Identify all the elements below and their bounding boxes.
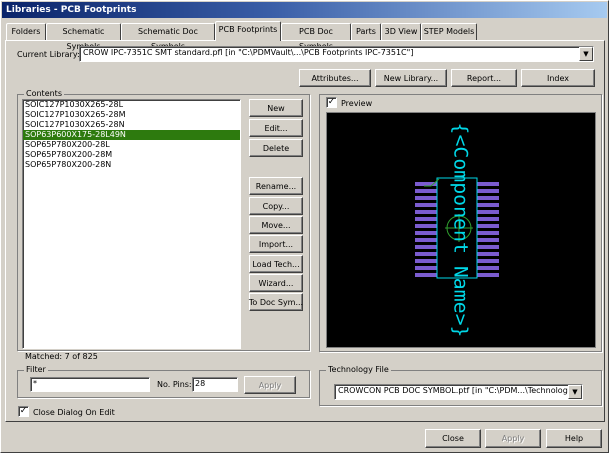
pad xyxy=(415,245,437,249)
right-pads xyxy=(477,182,499,277)
new-button[interactable]: New xyxy=(249,99,303,117)
pad xyxy=(477,266,499,270)
tab-folders[interactable]: Folders xyxy=(6,23,46,40)
index-button[interactable]: Index xyxy=(521,69,595,87)
pad xyxy=(415,259,437,263)
edit-button[interactable]: Edit... xyxy=(249,119,303,137)
attributes-button[interactable]: Attributes... xyxy=(299,69,371,87)
list-item[interactable]: SOP65P780X200-28L xyxy=(23,140,240,150)
list-item[interactable]: SOP65P780X200-28M xyxy=(23,150,240,160)
technology-file-value: CROWCON PCB DOC SYMBOL.ptf [in "C:\PDM..… xyxy=(338,386,580,395)
pad xyxy=(477,189,499,193)
delete-button[interactable]: Delete xyxy=(249,139,303,157)
matched-count: Matched: 7 of 825 xyxy=(25,352,98,361)
chevron-down-icon[interactable]: ▼ xyxy=(568,385,582,399)
pad xyxy=(477,231,499,235)
tab-step-models[interactable]: STEP Models xyxy=(421,23,477,40)
technology-file-title: Technology File xyxy=(326,365,391,374)
current-library-value: CROW IPC-7351C SMT standard.pfl [in "C:\… xyxy=(83,48,414,57)
left-pads xyxy=(415,182,437,277)
no-pins-label: No. Pins: xyxy=(157,380,192,389)
tab-schematic-doc-symbols[interactable]: Schematic Doc Symbols xyxy=(121,23,215,51)
import-button[interactable]: Import... xyxy=(249,235,303,253)
new-library-button[interactable]: New Library... xyxy=(375,69,447,87)
technology-file-select[interactable]: CROWCON PCB DOC SYMBOL.ptf [in "C:\PDM..… xyxy=(334,384,583,400)
close-on-edit-label: Close Dialog On Edit xyxy=(33,408,115,417)
tab-pcb-footprints[interactable]: PCB Footprints xyxy=(215,21,281,41)
move-button[interactable]: Move... xyxy=(249,216,303,234)
pad xyxy=(415,273,437,277)
window-title: Libraries - PCB Footprints xyxy=(2,2,607,18)
filter-input[interactable]: * xyxy=(30,377,150,392)
filter-apply-button[interactable]: Apply xyxy=(244,376,296,394)
pad xyxy=(415,238,437,242)
pad xyxy=(477,259,499,263)
pad xyxy=(477,238,499,242)
report-button[interactable]: Report... xyxy=(451,69,517,87)
copy-button[interactable]: Copy... xyxy=(249,197,303,215)
pad xyxy=(477,273,499,277)
pad xyxy=(477,224,499,228)
pad xyxy=(477,217,499,221)
list-item[interactable]: SOIC127P1030X265-28L xyxy=(23,100,240,110)
list-item[interactable]: SOIC127P1030X265-28M xyxy=(23,110,240,120)
pad xyxy=(415,224,437,228)
pad xyxy=(415,266,437,270)
tab-parts[interactable]: Parts xyxy=(351,23,381,40)
pad xyxy=(415,210,437,214)
tab-schematic-symbols[interactable]: Schematic Symbols xyxy=(46,23,121,51)
footprint-drawing: {<Component Name>} xyxy=(415,123,499,338)
to-doc-sym-button[interactable]: To Doc Sym... xyxy=(249,293,303,311)
footprint-list[interactable]: SOIC127P1030X265-28L SOIC127P1030X265-28M… xyxy=(22,99,241,349)
pad xyxy=(415,231,437,235)
preview-label: Preview xyxy=(341,99,373,108)
wizard-button[interactable]: Wizard... xyxy=(249,274,303,292)
component-name-text: {<Component Name>} xyxy=(450,123,472,338)
pad xyxy=(477,210,499,214)
pad xyxy=(477,196,499,200)
footprint-list-items: SOIC127P1030X265-28L SOIC127P1030X265-28M… xyxy=(23,100,240,170)
pad xyxy=(477,182,499,186)
libraries-window: Libraries - PCB Footprints Folders Schem… xyxy=(0,0,609,453)
current-library-select[interactable]: CROW IPC-7351C SMT standard.pfl [in "C:\… xyxy=(79,46,594,62)
current-library-label: Current Library: xyxy=(17,50,80,59)
pad xyxy=(415,217,437,221)
list-item[interactable]: SOIC127P1030X265-28N xyxy=(23,120,240,130)
close-on-edit-checkbox[interactable]: ✓ xyxy=(18,406,29,417)
pad xyxy=(415,252,437,256)
rename-button[interactable]: Rename... xyxy=(249,177,303,195)
filter-title: Filter xyxy=(24,365,48,374)
pad xyxy=(477,252,499,256)
list-item[interactable]: SOP65P780X200-28N xyxy=(23,160,240,170)
preview-checkbox[interactable]: ✓ xyxy=(326,97,337,108)
list-item[interactable]: SOP63P600X175-28L49N xyxy=(23,130,240,140)
apply-button[interactable]: Apply xyxy=(485,429,541,448)
footprint-preview: {<Component Name>} xyxy=(326,112,596,348)
tab-pcb-doc-symbols[interactable]: PCB Doc Symbols xyxy=(281,23,351,51)
no-pins-input[interactable]: 28 xyxy=(192,377,238,392)
pad xyxy=(415,203,437,207)
contents-title: Contents xyxy=(24,89,64,98)
chevron-down-icon[interactable]: ▼ xyxy=(579,47,593,61)
tab-3d-view[interactable]: 3D View xyxy=(381,23,421,40)
pad xyxy=(477,203,499,207)
close-button[interactable]: Close xyxy=(425,429,481,448)
pad xyxy=(477,245,499,249)
pad xyxy=(415,189,437,193)
pad xyxy=(415,196,437,200)
load-tech-button[interactable]: Load Tech... xyxy=(249,255,303,273)
help-button[interactable]: Help xyxy=(546,429,602,448)
